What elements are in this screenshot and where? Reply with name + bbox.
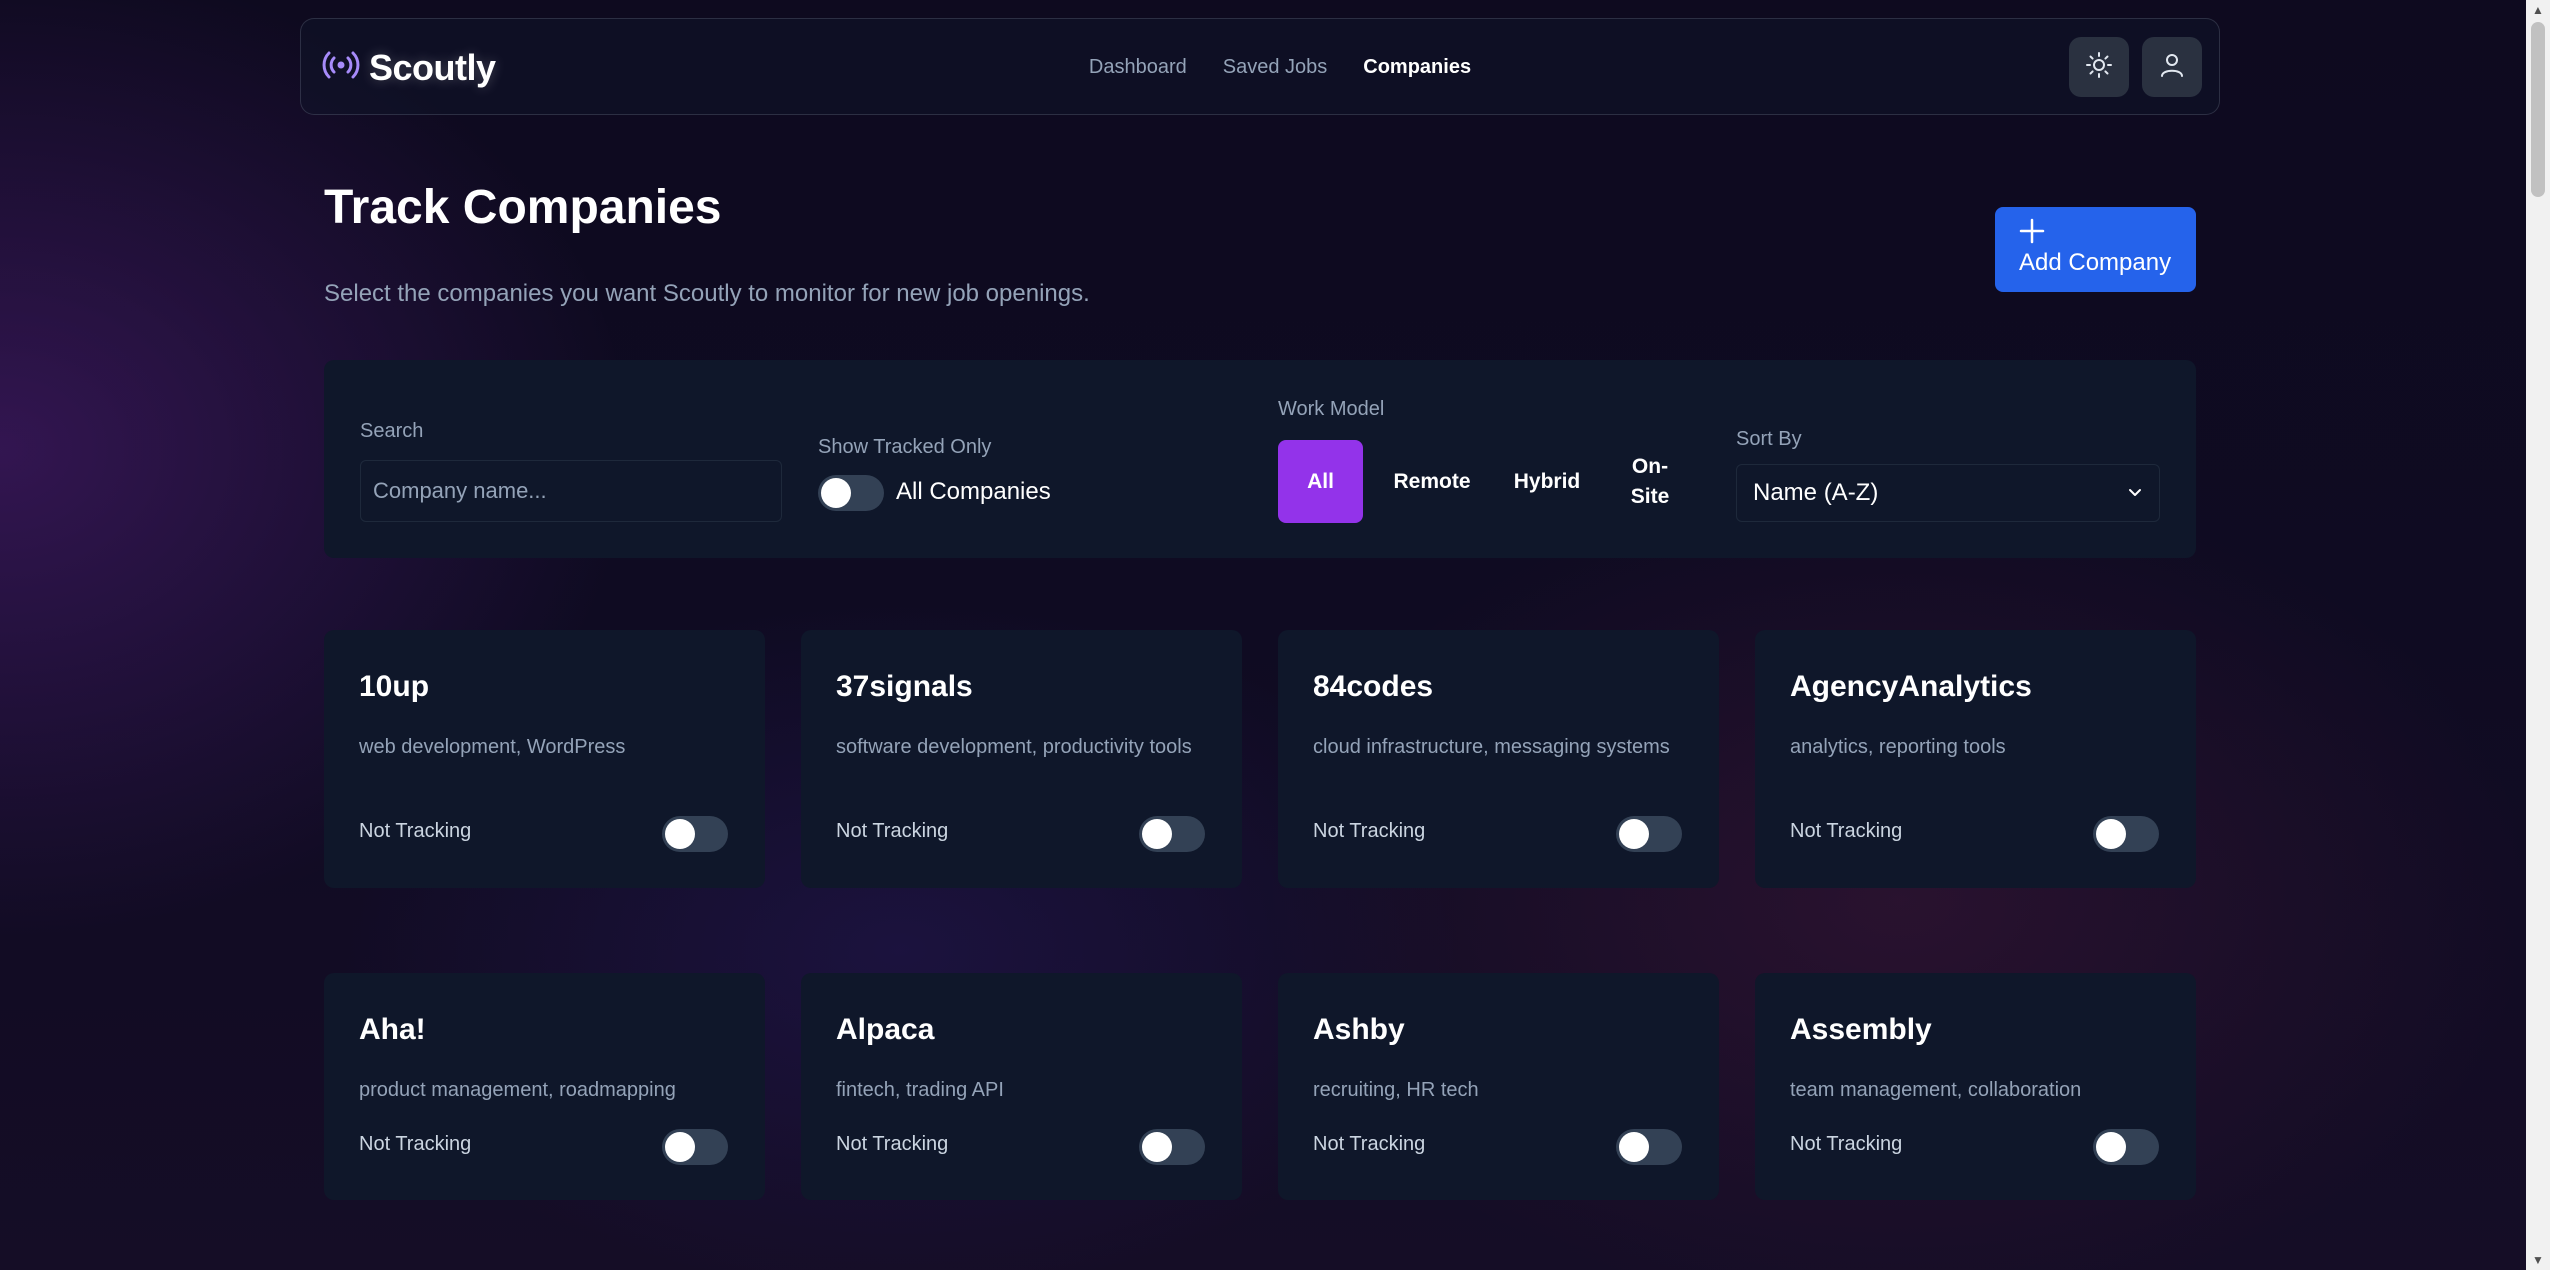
tracked-only-toggle[interactable]	[818, 475, 884, 511]
sort-label: Sort By	[1736, 428, 1802, 450]
top-navbar: Scoutly Dashboard Saved Jobs Companies	[300, 18, 2220, 115]
tracking-toggle[interactable]	[1139, 816, 1205, 852]
company-tags: fintech, trading API	[836, 1079, 1004, 1101]
account-button[interactable]	[2142, 37, 2202, 97]
toggle-knob	[2096, 819, 2126, 849]
scrollbar-thumb[interactable]	[2531, 22, 2545, 197]
company-name: AgencyAnalytics	[1790, 670, 2032, 703]
tracking-toggle[interactable]	[1616, 1129, 1682, 1165]
company-card: 84codes cloud infrastructure, messaging …	[1278, 630, 1719, 888]
add-company-label: Add Company	[2019, 249, 2172, 276]
company-tags: cloud infrastructure, messaging systems	[1313, 736, 1670, 758]
user-icon	[2158, 51, 2186, 84]
tracking-status: Not Tracking	[836, 1133, 949, 1155]
toggle-knob	[1619, 819, 1649, 849]
company-card: 37signals software development, producti…	[801, 630, 1242, 888]
tracking-toggle[interactable]	[2093, 816, 2159, 852]
company-tags: web development, WordPress	[359, 736, 626, 758]
company-tags: team management, collaboration	[1790, 1079, 2082, 1101]
company-card: 10up web development, WordPress Not Trac…	[324, 630, 765, 888]
tracking-status: Not Tracking	[359, 1133, 472, 1155]
tracking-toggle[interactable]	[1139, 1129, 1205, 1165]
company-card: Aha! product management, roadmapping Not…	[324, 973, 765, 1200]
add-company-button[interactable]: Add Company	[1995, 207, 2196, 292]
tracking-status: Not Tracking	[1790, 1133, 1903, 1155]
scroll-down-icon[interactable]: ▼	[2526, 1250, 2550, 1270]
company-card: Ashby recruiting, HR tech Not Tracking	[1278, 973, 1719, 1200]
company-name: 10up	[359, 670, 430, 703]
page-subtitle: Select the companies you want Scoutly to…	[324, 280, 1090, 307]
chevron-down-icon	[2127, 479, 2143, 507]
company-name: Alpaca	[836, 1013, 935, 1046]
toggle-knob	[665, 819, 695, 849]
nav-link-dashboard[interactable]: Dashboard	[1089, 56, 1187, 79]
tracking-status: Not Tracking	[1313, 1133, 1426, 1155]
page-scrollbar[interactable]: ▲ ▼	[2526, 0, 2550, 1270]
work-model-hybrid-button[interactable]: Hybrid	[1499, 440, 1595, 523]
theme-toggle-button[interactable]	[2069, 37, 2129, 97]
company-tags: product management, roadmapping	[359, 1079, 676, 1101]
search-label: Search	[360, 420, 424, 442]
nav-links: Dashboard Saved Jobs Companies	[301, 19, 2219, 116]
plus-icon	[2019, 217, 2196, 247]
toggle-knob	[821, 478, 851, 508]
company-card: AgencyAnalytics analytics, reporting too…	[1755, 630, 2196, 888]
toggle-knob	[1142, 1132, 1172, 1162]
tracking-status: Not Tracking	[1313, 820, 1426, 842]
nav-link-companies[interactable]: Companies	[1363, 56, 1471, 79]
tracking-status: Not Tracking	[1790, 820, 1903, 842]
company-name: Aha!	[359, 1013, 426, 1046]
company-card: Assembly team management, collaboration …	[1755, 973, 2196, 1200]
tracking-toggle[interactable]	[2093, 1129, 2159, 1165]
tracking-status: Not Tracking	[359, 820, 472, 842]
company-tags: analytics, reporting tools	[1790, 736, 2006, 758]
scroll-up-icon[interactable]: ▲	[2526, 0, 2550, 20]
tracking-status: Not Tracking	[836, 820, 949, 842]
company-tags: recruiting, HR tech	[1313, 1079, 1479, 1101]
company-name: Ashby	[1313, 1013, 1405, 1046]
sort-select[interactable]: Name (A-Z)	[1736, 464, 2160, 522]
tracked-only-state: All Companies	[896, 478, 1051, 505]
work-model-label: Work Model	[1278, 398, 1385, 420]
page-title: Track Companies	[324, 181, 722, 234]
nav-link-saved-jobs[interactable]: Saved Jobs	[1223, 56, 1328, 79]
toggle-knob	[2096, 1132, 2126, 1162]
search-input[interactable]	[360, 460, 782, 522]
tracked-only-label: Show Tracked Only	[818, 436, 992, 458]
sort-value: Name (A-Z)	[1753, 479, 1879, 506]
tracking-toggle[interactable]	[662, 1129, 728, 1165]
sun-icon	[2085, 51, 2113, 84]
company-name: 84codes	[1313, 670, 1434, 703]
company-tags: software development, productivity tools	[836, 736, 1192, 758]
toggle-knob	[665, 1132, 695, 1162]
tracking-toggle[interactable]	[662, 816, 728, 852]
work-model-onsite-button[interactable]: On-Site	[1616, 440, 1684, 523]
work-model-remote-button[interactable]: Remote	[1382, 440, 1482, 523]
toggle-knob	[1619, 1132, 1649, 1162]
work-model-all-button[interactable]: All	[1278, 440, 1363, 523]
toggle-knob	[1142, 819, 1172, 849]
company-card: Alpaca fintech, trading API Not Tracking	[801, 973, 1242, 1200]
filter-panel: Search Show Tracked Only All Companies W…	[324, 360, 2196, 558]
company-name: Assembly	[1790, 1013, 1932, 1046]
company-name: 37signals	[836, 670, 973, 703]
tracking-toggle[interactable]	[1616, 816, 1682, 852]
